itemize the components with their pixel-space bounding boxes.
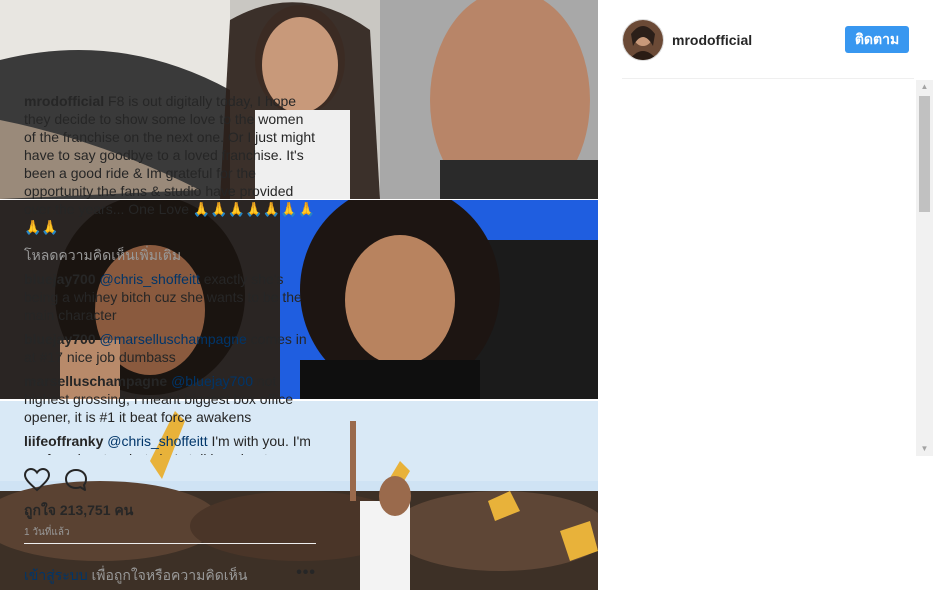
comments-scrollbar[interactable]: ▲ ▼	[916, 80, 933, 456]
ellipsis-icon[interactable]: •••	[296, 564, 316, 582]
follow-button[interactable]: ติดตาม	[845, 26, 909, 53]
comment-mention[interactable]: @bluejay700	[171, 373, 253, 389]
comment-item: bluejay700 @chris_shoffeitt exactly she'…	[24, 270, 316, 324]
post-sidebar: mrodofficial ติดตาม	[598, 0, 933, 590]
username[interactable]: mrodofficial	[672, 32, 752, 48]
post-header: mrodofficial ติดตาม	[622, 19, 914, 79]
comment-mention[interactable]: @chris_shoffeitt	[107, 433, 207, 449]
comment-username[interactable]: bluejay700	[24, 331, 96, 347]
comment-username[interactable]: marselluschampagne	[24, 373, 167, 389]
caption-username[interactable]: mrodofficial	[24, 93, 104, 109]
login-prompt: เข้าสู่ระบบ เพื่อถูกใจหรือความคิดเห็น	[24, 565, 247, 587]
load-more-comments[interactable]: โหลดความคิดเห็นเพิ่มเติม	[24, 246, 316, 264]
comment-mention[interactable]: @chris_shoffeitt	[100, 271, 200, 287]
scroll-down-arrow-icon[interactable]: ▼	[916, 442, 933, 456]
post-caption: mrodofficial F8 is out digitally today, …	[24, 92, 316, 236]
scrollbar-thumb[interactable]	[919, 96, 930, 212]
comment-username[interactable]: liifeoffranky	[24, 433, 103, 449]
avatar[interactable]	[622, 19, 664, 61]
comment-username[interactable]: bluejay700	[24, 271, 96, 287]
comment-bubble-icon[interactable]	[64, 468, 90, 492]
comments-list[interactable]: mrodofficial F8 is out digitally today, …	[24, 92, 316, 455]
scroll-up-arrow-icon[interactable]: ▲	[916, 80, 933, 94]
comment-mention[interactable]: @marselluschampagne	[100, 331, 247, 347]
comment-item: liifeoffranky @chris_shoffeitt I'm with …	[24, 432, 316, 455]
heart-icon[interactable]	[23, 467, 51, 492]
caption-text: F8 is out digitally today, I hope they d…	[24, 93, 316, 235]
like-count[interactable]: ถูกใจ 213,751 คน	[24, 500, 133, 522]
comment-item: marselluschampagne @bluejay700 not highe…	[24, 372, 316, 426]
login-prompt-text: เพื่อถูกใจหรือความคิดเห็น	[87, 567, 248, 583]
post-footer: เข้าสู่ระบบ เพื่อถูกใจหรือความคิดเห็น ••…	[24, 543, 316, 591]
post-timestamp[interactable]: 1 วันที่แล้ว	[24, 525, 70, 540]
login-link[interactable]: เข้าสู่ระบบ	[24, 567, 88, 583]
comment-item: bluejay700 @marselluschampagne comes in …	[24, 330, 316, 366]
